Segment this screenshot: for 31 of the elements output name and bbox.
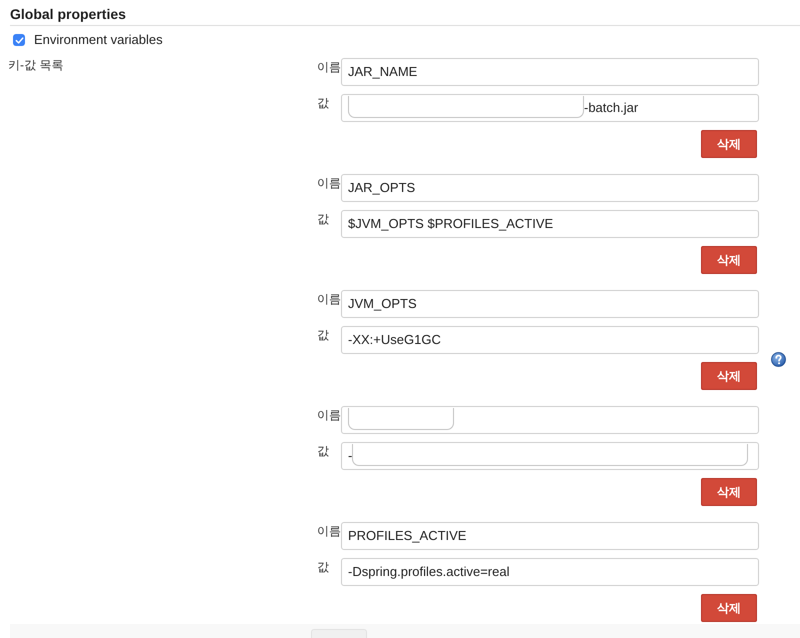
delete-button[interactable]: 삭제 bbox=[701, 246, 757, 274]
field-label: 값 bbox=[317, 211, 330, 228]
checkbox[interactable] bbox=[13, 34, 25, 46]
list-label: 키-값 목록 bbox=[8, 58, 64, 72]
delete-button[interactable]: 삭제 bbox=[701, 362, 757, 390]
field-label: 값 bbox=[317, 327, 330, 344]
field-label: 이름 bbox=[317, 291, 341, 308]
section-title: Global properties bbox=[10, 5, 126, 24]
delete-button[interactable]: 삭제 bbox=[701, 130, 757, 158]
name-input[interactable] bbox=[341, 406, 759, 434]
value-input[interactable]: $JVM_OPTS $PROFILES_ACTIVE bbox=[341, 210, 759, 238]
name-input[interactable]: PROFILES_ACTIVE bbox=[341, 522, 759, 550]
value-input[interactable]: -Dspring.profiles.active=real bbox=[341, 558, 759, 586]
name-input[interactable]: JVM_OPTS bbox=[341, 290, 759, 318]
checkmark-icon bbox=[14, 36, 24, 44]
value-input[interactable]: -batch.jar bbox=[341, 94, 759, 122]
field-label: 이름 bbox=[317, 407, 341, 424]
value-input[interactable]: - bbox=[341, 442, 759, 470]
value-input[interactable]: -XX:+UseG1GC bbox=[341, 326, 759, 354]
name-input[interactable]: JAR_OPTS bbox=[341, 174, 759, 202]
field-label: 이름 bbox=[317, 175, 341, 192]
field-label: 값 bbox=[317, 559, 330, 576]
help-icon[interactable] bbox=[771, 352, 786, 367]
field-label: 이름 bbox=[317, 59, 341, 76]
delete-button[interactable]: 삭제 bbox=[701, 478, 757, 506]
field-label: 값 bbox=[317, 95, 330, 112]
checkbox-label: Environment variables bbox=[34, 31, 163, 50]
name-input[interactable]: JAR_NAME bbox=[341, 58, 759, 86]
delete-button[interactable]: 삭제 bbox=[701, 594, 757, 622]
field-label: 값 bbox=[317, 443, 330, 460]
field-label: 이름 bbox=[317, 523, 341, 540]
